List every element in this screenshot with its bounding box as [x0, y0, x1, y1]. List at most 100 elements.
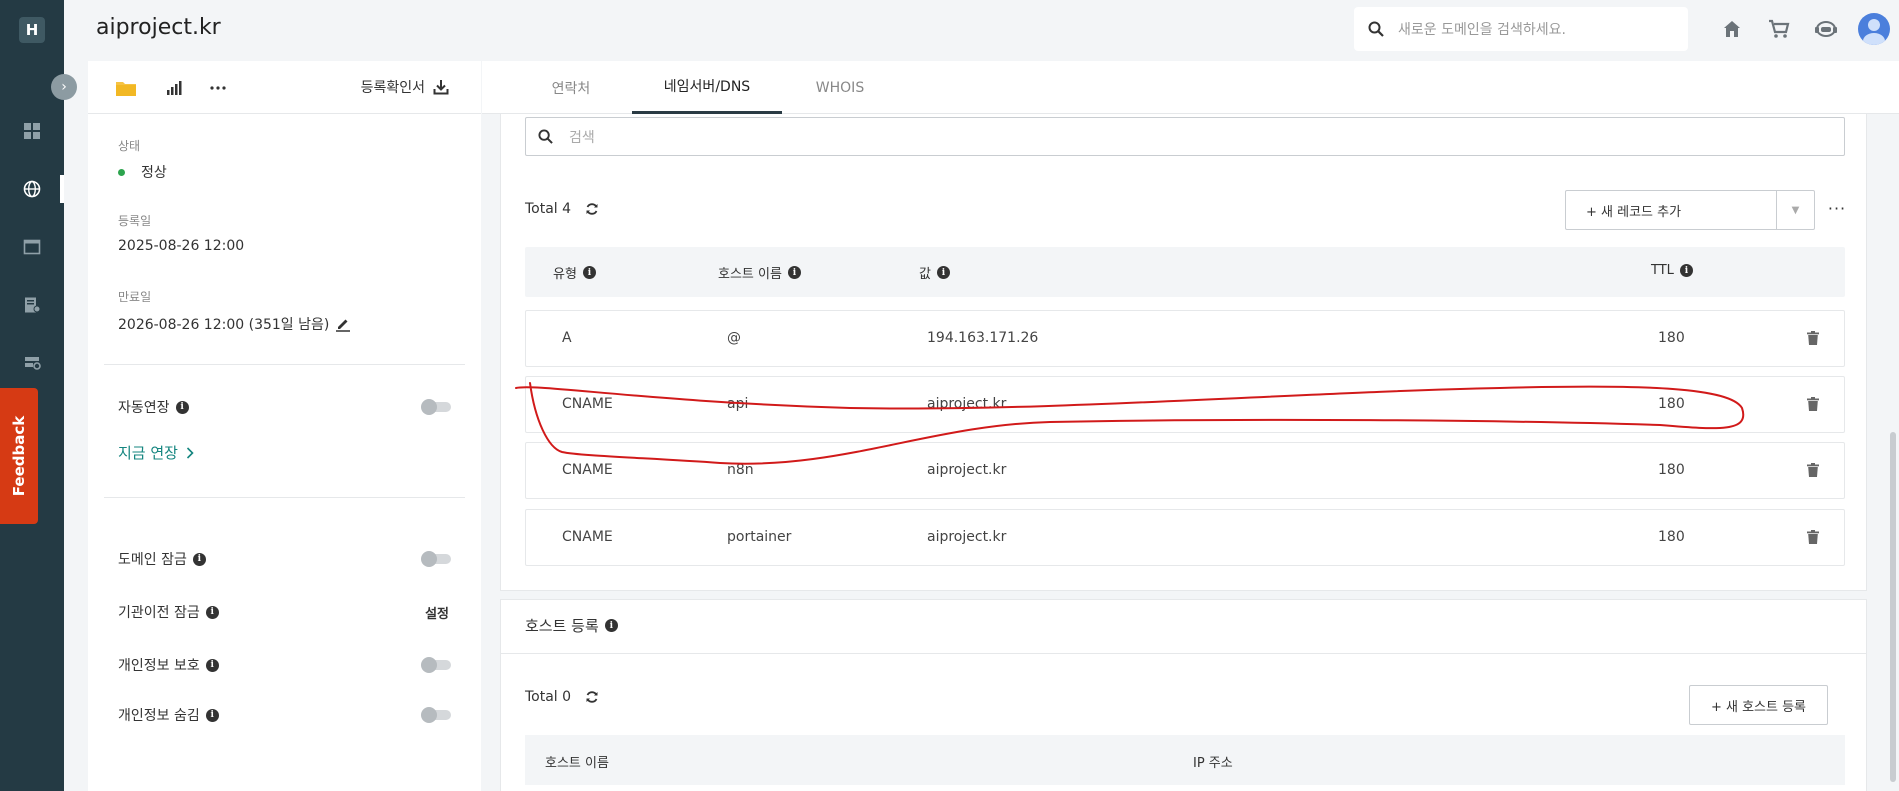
- privacy-protect-toggle[interactable]: [421, 657, 451, 673]
- expiry-date-value: 2026-08-26 12:00 (351일 남음): [118, 314, 351, 334]
- column-header-ttl: TTL i: [1651, 263, 1693, 278]
- record-host: @: [727, 330, 741, 346]
- dashboard-icon[interactable]: [20, 119, 44, 143]
- feedback-label: Feedback: [10, 415, 29, 497]
- user-avatar[interactable]: [1858, 13, 1890, 45]
- expiry-date-text: 2026-08-26 12:00 (351일 남음): [118, 317, 330, 333]
- info-icon[interactable]: i: [936, 266, 950, 279]
- column-header-host: 호스트 이름 i: [718, 263, 801, 282]
- cart-icon[interactable]: [1767, 17, 1791, 41]
- record-type: A: [562, 330, 572, 346]
- feedback-tab[interactable]: Feedback: [0, 388, 38, 524]
- page-title: aiproject.kr: [96, 15, 221, 40]
- privacy-hide-toggle[interactable]: [421, 707, 451, 723]
- trash-icon[interactable]: [1804, 461, 1822, 479]
- settings-server-icon[interactable]: [20, 351, 44, 375]
- edit-pencil-icon[interactable]: [335, 316, 351, 332]
- tab-nameserver-dns[interactable]: 네임서버/DNS: [632, 61, 782, 114]
- status-dot: [118, 168, 125, 176]
- domain-lock-label: 도메인 잠금: [118, 552, 187, 568]
- host-registration-title-text: 호스트 등록: [525, 617, 599, 635]
- info-icon[interactable]: i: [205, 605, 219, 619]
- transfer-lock-row: 기관이전 잠금 i 설정: [118, 600, 451, 624]
- globe-icon[interactable]: [20, 177, 44, 201]
- dns-total-label: Total 4: [525, 201, 572, 217]
- support-headset-icon[interactable]: [1814, 17, 1838, 41]
- info-icon[interactable]: i: [192, 552, 206, 566]
- info-icon[interactable]: i: [1679, 264, 1693, 277]
- dns-search-placeholder: 검색: [569, 129, 595, 146]
- table-row[interactable]: A @ 194.163.171.26 180: [525, 310, 1845, 367]
- status-text: 정상: [141, 165, 167, 181]
- table-row[interactable]: CNAME portainer aiproject.kr 180: [525, 509, 1845, 566]
- renew-now-label: 지금 연장: [118, 444, 178, 462]
- server-list-icon[interactable]: [20, 293, 44, 317]
- certificate-download-button[interactable]: 등록확인서: [361, 77, 449, 97]
- add-host-button[interactable]: + 새 호스트 등록: [1689, 685, 1828, 725]
- column-header-host-name: 호스트 이름: [545, 756, 609, 771]
- info-icon[interactable]: i: [175, 400, 189, 414]
- privacy-protect-row: 개인정보 보호 i: [118, 653, 451, 677]
- trash-icon[interactable]: [1804, 329, 1822, 347]
- tab-whois[interactable]: WHOIS: [802, 61, 878, 114]
- info-icon[interactable]: i: [205, 658, 219, 672]
- record-host: portainer: [727, 529, 792, 545]
- trash-icon[interactable]: [1804, 528, 1822, 546]
- trash-icon[interactable]: [1804, 395, 1822, 413]
- info-toolbar: 등록확인서: [88, 61, 481, 114]
- domain-lock-toggle[interactable]: [421, 551, 451, 567]
- add-record-dropdown-caret[interactable]: ▼: [1776, 191, 1814, 229]
- registered-date-value: 2025-08-26 12:00: [118, 238, 245, 254]
- privacy-hide-label: 개인정보 숨김: [118, 708, 200, 724]
- tab-contacts[interactable]: 연락처: [530, 61, 612, 114]
- record-ttl: 180: [1658, 330, 1685, 346]
- host-total: Total 0: [525, 689, 599, 705]
- divider: [104, 364, 465, 365]
- dns-content-area: 연락처 네임서버/DNS WHOIS 검색 Total 4 + 새 레코드 추가…: [482, 61, 1899, 791]
- domain-search-input[interactable]: 새로운 도메인을 검색하세요.: [1354, 7, 1688, 51]
- page-scrollbar[interactable]: [1890, 432, 1896, 782]
- browser-window-icon[interactable]: [20, 235, 44, 259]
- record-value: aiproject.kr: [927, 529, 1007, 545]
- info-icon[interactable]: i: [604, 619, 618, 632]
- search-icon: [538, 129, 553, 144]
- refresh-icon[interactable]: [585, 202, 599, 216]
- dns-search-input[interactable]: 검색: [525, 117, 1845, 156]
- table-row[interactable]: CNAME n8n aiproject.kr 180: [525, 442, 1845, 499]
- record-value: 194.163.171.26: [927, 330, 1039, 346]
- record-ttl: 180: [1658, 529, 1685, 545]
- app-logo[interactable]: H: [19, 17, 45, 43]
- privacy-hide-row: 개인정보 숨김 i: [118, 703, 451, 727]
- transfer-lock-settings-link[interactable]: 설정: [425, 603, 449, 622]
- folder-icon[interactable]: [113, 75, 139, 101]
- info-icon[interactable]: i: [205, 708, 219, 722]
- sidebar-expand-button[interactable]: ›: [51, 74, 77, 100]
- home-icon[interactable]: [1720, 17, 1744, 41]
- add-record-split-button: + 새 레코드 추가 ▼: [1565, 190, 1815, 230]
- more-options-icon[interactable]: [205, 75, 231, 101]
- info-icon[interactable]: i: [787, 266, 801, 279]
- record-type: CNAME: [562, 462, 613, 478]
- dns-total: Total 4: [525, 201, 599, 217]
- auto-renew-toggle[interactable]: [421, 399, 451, 415]
- auto-renew-row: 자동연장 i: [118, 395, 451, 419]
- record-ttl: 180: [1658, 462, 1685, 478]
- privacy-protect-label: 개인정보 보호: [118, 658, 200, 674]
- search-placeholder: 새로운 도메인을 검색하세요.: [1398, 22, 1566, 38]
- renew-now-link[interactable]: 지금 연장: [118, 442, 194, 463]
- add-record-button[interactable]: + 새 레코드 추가: [1566, 191, 1776, 229]
- host-registration-card: 호스트 등록 i Total 0 + 새 호스트 등록 호스트 이름 IP 주소: [500, 599, 1867, 791]
- refresh-icon[interactable]: [585, 690, 599, 704]
- table-row[interactable]: CNAME api aiproject.kr 180: [525, 376, 1845, 433]
- record-type: CNAME: [562, 396, 613, 412]
- registered-date-label: 등록일: [118, 214, 152, 228]
- host-total-label: Total 0: [525, 689, 572, 705]
- search-icon: [1368, 21, 1384, 37]
- dns-more-button[interactable]: ···: [1825, 196, 1849, 220]
- statistics-icon[interactable]: [161, 75, 187, 101]
- column-header-value: 값i: [919, 263, 950, 282]
- status-value: 정상: [118, 162, 167, 182]
- expiry-date-label: 만료일: [118, 290, 152, 304]
- record-host: n8n: [727, 462, 754, 478]
- info-icon[interactable]: i: [582, 266, 596, 279]
